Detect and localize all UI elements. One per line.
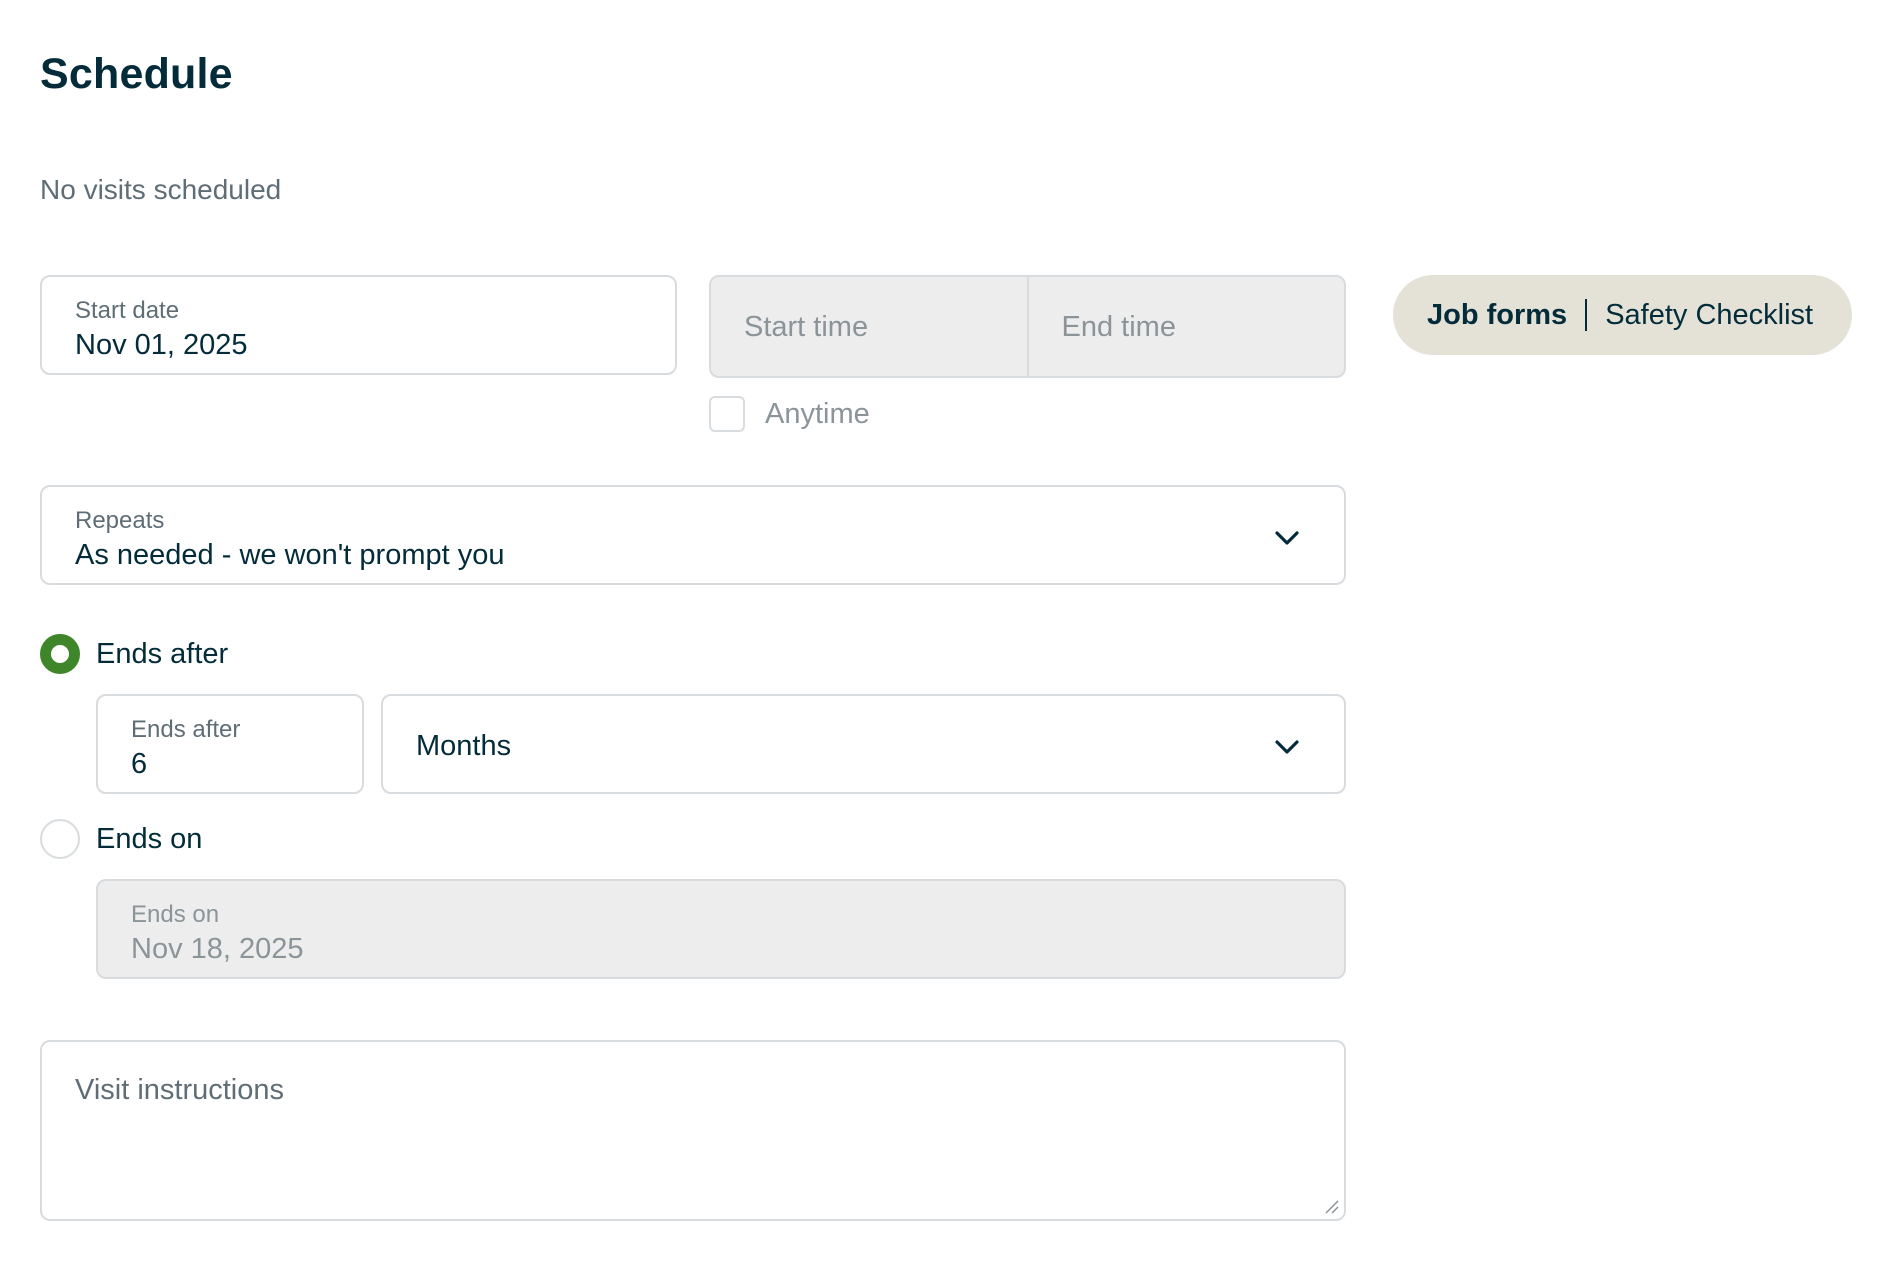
ends-after-option-label: Ends after: [96, 637, 229, 670]
ends-on-date-label: Ends on: [131, 901, 220, 928]
start-time-placeholder: Start time: [744, 311, 869, 343]
time-range-group: Start time End time: [709, 275, 1346, 378]
ends-on-option[interactable]: Ends on: [40, 819, 202, 859]
start-time-field[interactable]: Start time: [711, 277, 1027, 376]
ends-on-radio[interactable]: [40, 819, 80, 859]
ends-after-count-value: 6: [131, 748, 148, 780]
visit-instructions-textarea[interactable]: Visit instructions: [40, 1040, 1346, 1221]
end-time-placeholder: End time: [1061, 311, 1176, 343]
ends-on-date-value: Nov 18, 2025: [131, 933, 304, 965]
anytime-option[interactable]: Anytime: [709, 396, 870, 432]
repeats-select[interactable]: Repeats As needed - we won't prompt you: [40, 485, 1346, 585]
anytime-label: Anytime: [765, 397, 870, 430]
job-forms-button[interactable]: Job forms Safety Checklist: [1393, 275, 1852, 355]
start-date-value: Nov 01, 2025: [75, 329, 248, 361]
visit-instructions-placeholder: Visit instructions: [75, 1074, 284, 1106]
start-date-label: Start date: [75, 297, 180, 324]
ends-after-radio[interactable]: [40, 634, 80, 674]
ends-after-count-input[interactable]: Ends after 6: [96, 694, 364, 794]
page-title: Schedule: [40, 50, 233, 98]
job-forms-label: Job forms: [1427, 298, 1568, 331]
visits-status-text: No visits scheduled: [40, 174, 282, 205]
repeats-label: Repeats: [75, 507, 165, 534]
ends-after-count-label: Ends after: [131, 716, 241, 743]
start-date-field[interactable]: Start date Nov 01, 2025: [40, 275, 677, 375]
ends-on-date-field[interactable]: Ends on Nov 18, 2025: [96, 879, 1346, 979]
job-forms-value: Safety Checklist: [1605, 298, 1814, 331]
repeats-value: As needed - we won't prompt you: [75, 539, 505, 571]
ends-after-unit-value: Months: [416, 730, 512, 762]
chevron-down-icon: [1275, 531, 1299, 545]
resize-handle-icon[interactable]: [1324, 1199, 1340, 1215]
end-time-field[interactable]: End time: [1026, 277, 1345, 376]
anytime-checkbox[interactable]: [709, 396, 745, 432]
schedule-panel: Schedule No visits scheduled Start date …: [0, 0, 1896, 1264]
divider: [1585, 299, 1588, 331]
ends-after-unit-select[interactable]: Months: [381, 694, 1346, 794]
chevron-down-icon: [1275, 740, 1299, 754]
ends-on-option-label: Ends on: [96, 822, 203, 855]
ends-after-option[interactable]: Ends after: [40, 634, 228, 674]
